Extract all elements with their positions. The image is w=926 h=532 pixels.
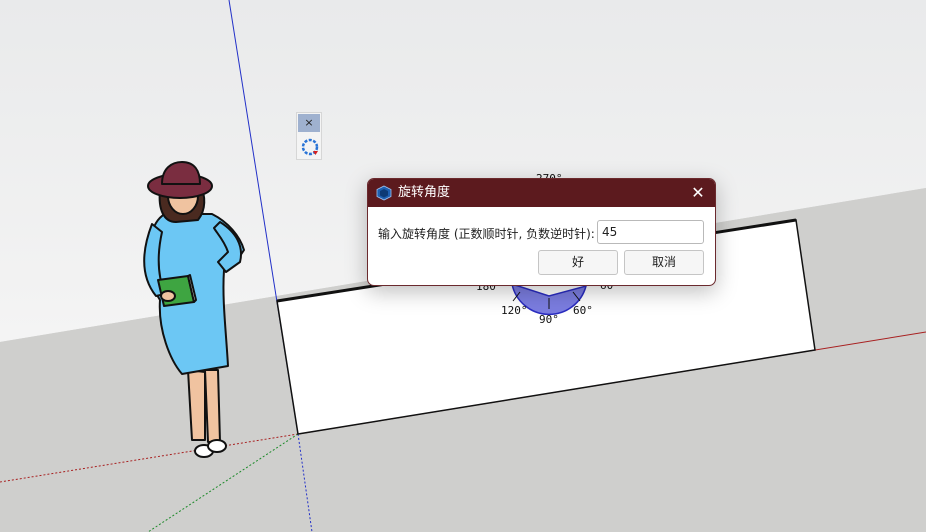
mini-toolbar-close-button[interactable]: × (298, 114, 320, 132)
rotate-mini-toolbar: × (296, 112, 322, 160)
cancel-button[interactable]: 取消 (624, 250, 704, 275)
dialog-titlebar[interactable]: 旋转角度 ✕ (368, 179, 715, 207)
ok-button[interactable]: 好 (538, 250, 618, 275)
angle-prompt-label: 输入旋转角度 (正数顺时针, 负数逆时针): (378, 227, 595, 241)
sketchup-logo-icon (376, 185, 392, 201)
protractor-label-60: 60° (573, 304, 593, 317)
protractor-label-90: 90° (539, 313, 559, 326)
dialog-close-icon[interactable]: ✕ (687, 182, 709, 204)
protractor-label-120: 120° (501, 304, 528, 317)
rotate-icon[interactable] (300, 137, 320, 157)
angle-input[interactable] (597, 220, 704, 244)
dialog-title: 旋转角度 (398, 185, 451, 200)
rotation-angle-dialog: 旋转角度 ✕ 输入旋转角度 (正数顺时针, 负数逆时针): 好 取消 (367, 178, 716, 286)
